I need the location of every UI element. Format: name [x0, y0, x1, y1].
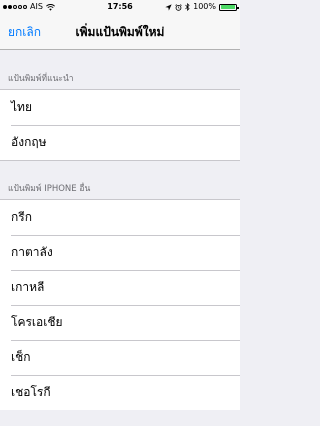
location-arrow-icon	[165, 3, 172, 11]
list-item-label: เชอโรกี	[11, 385, 51, 399]
list-item-label: กาตาลัง	[11, 245, 53, 259]
battery-percentage: 100%	[193, 2, 216, 11]
list-item-thai[interactable]: ไทย	[0, 90, 240, 125]
suggested-keyboards-list: ไทย อังกฤษ	[0, 89, 240, 161]
status-right: 100%	[165, 0, 239, 14]
list-item-cherokee[interactable]: เชอโรกี	[0, 375, 240, 410]
status-bar: AIS 17:56 100%	[0, 0, 240, 14]
navigation-bar: ยกเลิก เพิ่มแป้นพิมพ์ใหม่	[0, 14, 240, 50]
battery-level	[220, 5, 236, 9]
bluetooth-icon	[185, 3, 190, 11]
list-item-greek[interactable]: กรีก	[0, 200, 240, 235]
list-item-label: ไทย	[11, 100, 32, 114]
other-keyboards-list: กรีก กาตาลัง เกาหลี โครเอเชีย เช็ก เชอโร…	[0, 199, 240, 410]
section-header-suggested: แป้นพิมพ์ที่แนะนำ	[8, 74, 74, 84]
list-item-label: กรีก	[11, 210, 32, 224]
list-item-label: โครเอเชีย	[11, 315, 63, 329]
list-item-korean[interactable]: เกาหลี	[0, 270, 240, 305]
screen: AIS 17:56 100% ยกเลิก เพิ่มแป้นพิมพ์ใหม่…	[0, 0, 240, 426]
list-item-croatian[interactable]: โครเอเชีย	[0, 305, 240, 340]
list-item-czech[interactable]: เช็ก	[0, 340, 240, 375]
list-item-english[interactable]: อังกฤษ	[0, 125, 240, 160]
page-title: เพิ่มแป้นพิมพ์ใหม่	[75, 25, 165, 39]
battery-icon	[219, 3, 239, 11]
section-header-other-iphone: แป้นพิมพ์ IPHONE อื่น	[8, 184, 91, 194]
alarm-clock-icon	[175, 3, 182, 11]
list-item-label: เช็ก	[11, 350, 31, 364]
list-item-label: เกาหลี	[11, 280, 45, 294]
list-item-catalan[interactable]: กาตาลัง	[0, 235, 240, 270]
list-item-label: อังกฤษ	[11, 135, 47, 149]
